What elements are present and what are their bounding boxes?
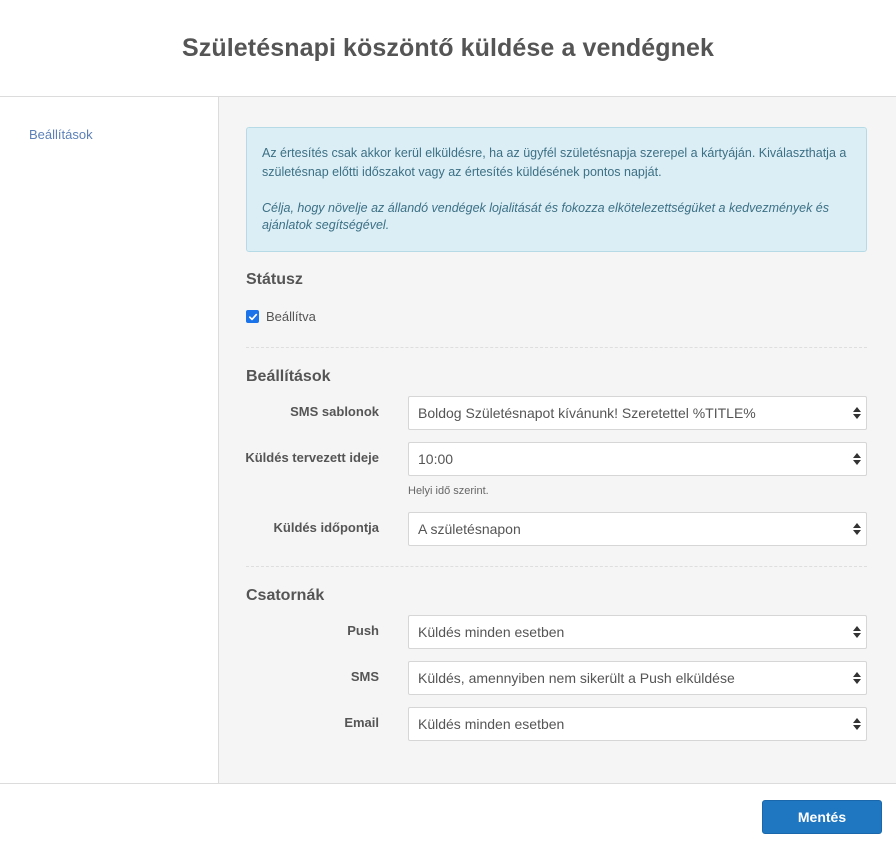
send-time-hint: Helyi idő szerint. bbox=[408, 485, 489, 497]
send-date-value: A születésnapon bbox=[418, 521, 521, 537]
sort-arrows-icon bbox=[853, 718, 861, 730]
sms-template-select[interactable]: Boldog Születésnapot kívánunk! Szeretett… bbox=[408, 396, 867, 430]
status-checkbox[interactable] bbox=[246, 310, 259, 323]
sort-arrows-icon bbox=[853, 407, 861, 419]
checkmark-icon bbox=[248, 313, 257, 320]
divider bbox=[246, 566, 867, 567]
push-value: Küldés minden esetben bbox=[418, 624, 565, 640]
sms-template-label: SMS sablonok bbox=[290, 404, 379, 419]
sms-label: SMS bbox=[350, 669, 379, 684]
sms-value: Küldés, amennyiben nem sikerült a Push e… bbox=[418, 670, 735, 686]
email-value: Küldés minden esetben bbox=[418, 716, 565, 732]
send-time-label: Küldés tervezett ideje bbox=[245, 450, 379, 465]
info-text: Az értesítés csak akkor kerül elküldésre… bbox=[262, 146, 847, 179]
sidebar: Beállítások bbox=[0, 97, 219, 783]
channels-section-title: Csatornák bbox=[246, 587, 325, 604]
push-select[interactable]: Küldés minden esetben bbox=[408, 615, 867, 649]
info-italic-text: Célja, hogy növelje az állandó vendégek … bbox=[262, 201, 830, 232]
send-date-label: Küldés időpontja bbox=[273, 520, 379, 535]
main-content: Az értesítés csak akkor kerül elküldésre… bbox=[219, 97, 896, 783]
sort-arrows-icon bbox=[853, 453, 861, 465]
push-label: Push bbox=[347, 623, 379, 638]
send-date-select[interactable]: A születésnapon bbox=[408, 512, 867, 546]
sms-template-value: Boldog Születésnapot kívánunk! Szeretett… bbox=[418, 405, 756, 421]
info-box: Az értesítés csak akkor kerül elküldésre… bbox=[246, 127, 867, 252]
sort-arrows-icon bbox=[853, 523, 861, 535]
status-section-title: Státusz bbox=[246, 271, 303, 288]
save-button[interactable]: Mentés bbox=[762, 800, 882, 834]
settings-section-title: Beállítások bbox=[246, 368, 331, 385]
sidebar-item-settings[interactable]: Beállítások bbox=[29, 127, 93, 142]
page-title: Születésnapi köszöntő küldése a vendégne… bbox=[181, 33, 715, 62]
sort-arrows-icon bbox=[853, 626, 861, 638]
email-label: Email bbox=[344, 715, 379, 730]
divider bbox=[246, 347, 867, 348]
footer: Mentés bbox=[0, 783, 896, 846]
email-select[interactable]: Küldés minden esetben bbox=[408, 707, 867, 741]
send-time-select[interactable]: 10:00 bbox=[408, 442, 867, 476]
send-time-value: 10:00 bbox=[418, 451, 454, 467]
status-checkbox-label: Beállítva bbox=[266, 309, 316, 324]
sort-arrows-icon bbox=[853, 672, 861, 684]
page-header: Születésnapi köszöntő küldése a vendégne… bbox=[0, 0, 896, 97]
sms-select[interactable]: Küldés, amennyiben nem sikerült a Push e… bbox=[408, 661, 867, 695]
status-checkbox-row[interactable]: Beállítva bbox=[246, 309, 316, 324]
